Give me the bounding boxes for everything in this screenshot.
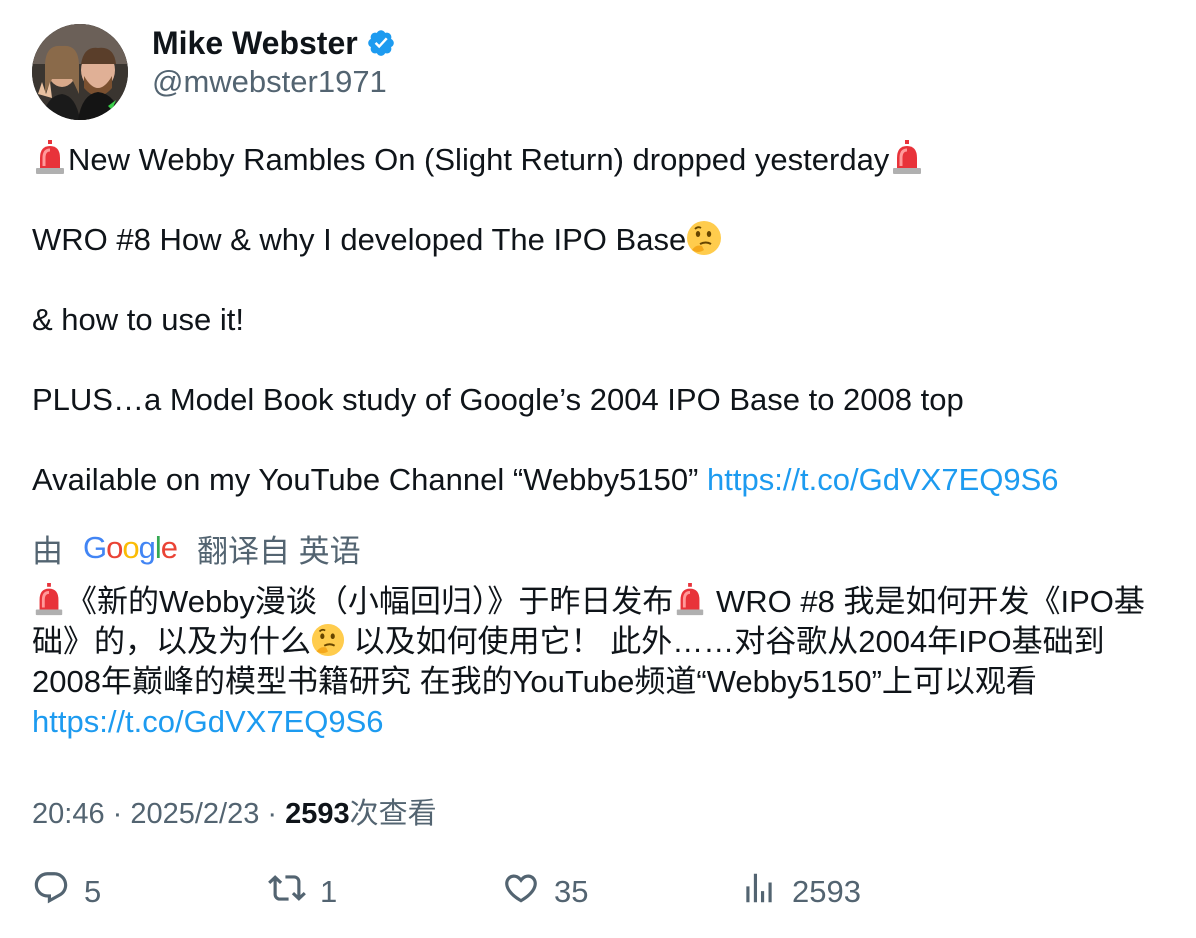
author-handle[interactable]: @mwebster1971 — [152, 64, 396, 100]
views-button[interactable]: 2593 — [740, 868, 861, 916]
translated-link[interactable]: https://t.co/GdVX7EQ9S6 — [32, 704, 384, 739]
tweet-line-1-text: New Webby Rambles On (Slight Return) dro… — [68, 142, 890, 177]
views-count-action: 2593 — [792, 874, 861, 909]
views-count[interactable]: 2593 — [285, 798, 350, 830]
verified-badge-icon — [366, 28, 396, 58]
translation-attribution: 由 Google 翻译自 英语 — [32, 526, 1172, 570]
tweet-text: New Webby Rambles On (Slight Return) dro… — [32, 140, 1172, 500]
action-bar: 5 1 35 2593 — [32, 868, 1172, 916]
like-button[interactable]: 35 — [502, 868, 588, 916]
translation-prefix: 由 — [32, 533, 63, 569]
reply-icon — [32, 869, 70, 915]
tweet-meta: 20:46 · 2025/2/23 · 2593次查看 — [32, 794, 1172, 834]
thinking-face-icon — [686, 220, 722, 256]
rotating-light-icon — [32, 583, 66, 617]
rotating-light-icon — [32, 140, 68, 176]
author-names: Mike Webster @mwebster1971 — [152, 24, 396, 100]
translation-suffix: 翻译自 英语 — [197, 533, 361, 569]
translated-part-1: 《新的Webby漫谈（小幅回归）》于昨日发布 — [66, 584, 674, 619]
meta-separator: · — [259, 798, 286, 830]
tweet-time[interactable]: 20:46 — [32, 798, 105, 830]
avatar[interactable] — [32, 24, 128, 120]
tweet-line-5: Available on my YouTube Channel “Webby51… — [32, 460, 1172, 500]
views-chart-icon — [740, 869, 778, 915]
tweet-line-2-text: WRO #8 How & why I developed The IPO Bas… — [32, 222, 687, 257]
retweet-button[interactable]: 1 — [268, 868, 337, 916]
avatar-photo — [32, 24, 128, 120]
heart-icon — [502, 869, 540, 915]
tweet-line-5-text: Available on my YouTube Channel “Webby51… — [32, 462, 707, 497]
tweet-line-1: New Webby Rambles On (Slight Return) dro… — [32, 140, 1172, 180]
translated-text: 《新的Webby漫谈（小幅回归）》于昨日发布 WRO #8 我是如何开发《IPO… — [32, 582, 1162, 742]
tweet-line-4: PLUS…a Model Book study of Google’s 2004… — [32, 382, 964, 417]
google-logo[interactable]: Google — [83, 530, 178, 566]
display-name-row: Mike Webster — [152, 24, 396, 62]
tweet-line-2: WRO #8 How & why I developed The IPO Bas… — [32, 220, 1172, 260]
tweet: Mike Webster @mwebster1971 New Webby Ram… — [32, 24, 1172, 834]
rotating-light-icon — [889, 140, 925, 176]
reply-count: 5 — [84, 874, 102, 909]
thinking-face-icon — [311, 623, 345, 657]
tweet-link[interactable]: https://t.co/GdVX7EQ9S6 — [707, 462, 1059, 497]
rotating-light-icon — [673, 583, 707, 617]
tweet-line-3: & how to use it! — [32, 302, 244, 337]
tweet-header: Mike Webster @mwebster1971 — [32, 24, 1172, 120]
tweet-date[interactable]: 2025/2/23 — [130, 798, 259, 830]
meta-separator: · — [104, 798, 131, 830]
like-count: 35 — [554, 874, 589, 909]
retweet-icon — [268, 869, 306, 915]
retweet-count: 1 — [320, 874, 338, 909]
views-label: 次查看 — [349, 798, 437, 830]
reply-button[interactable]: 5 — [32, 868, 101, 916]
display-name[interactable]: Mike Webster — [152, 25, 358, 62]
